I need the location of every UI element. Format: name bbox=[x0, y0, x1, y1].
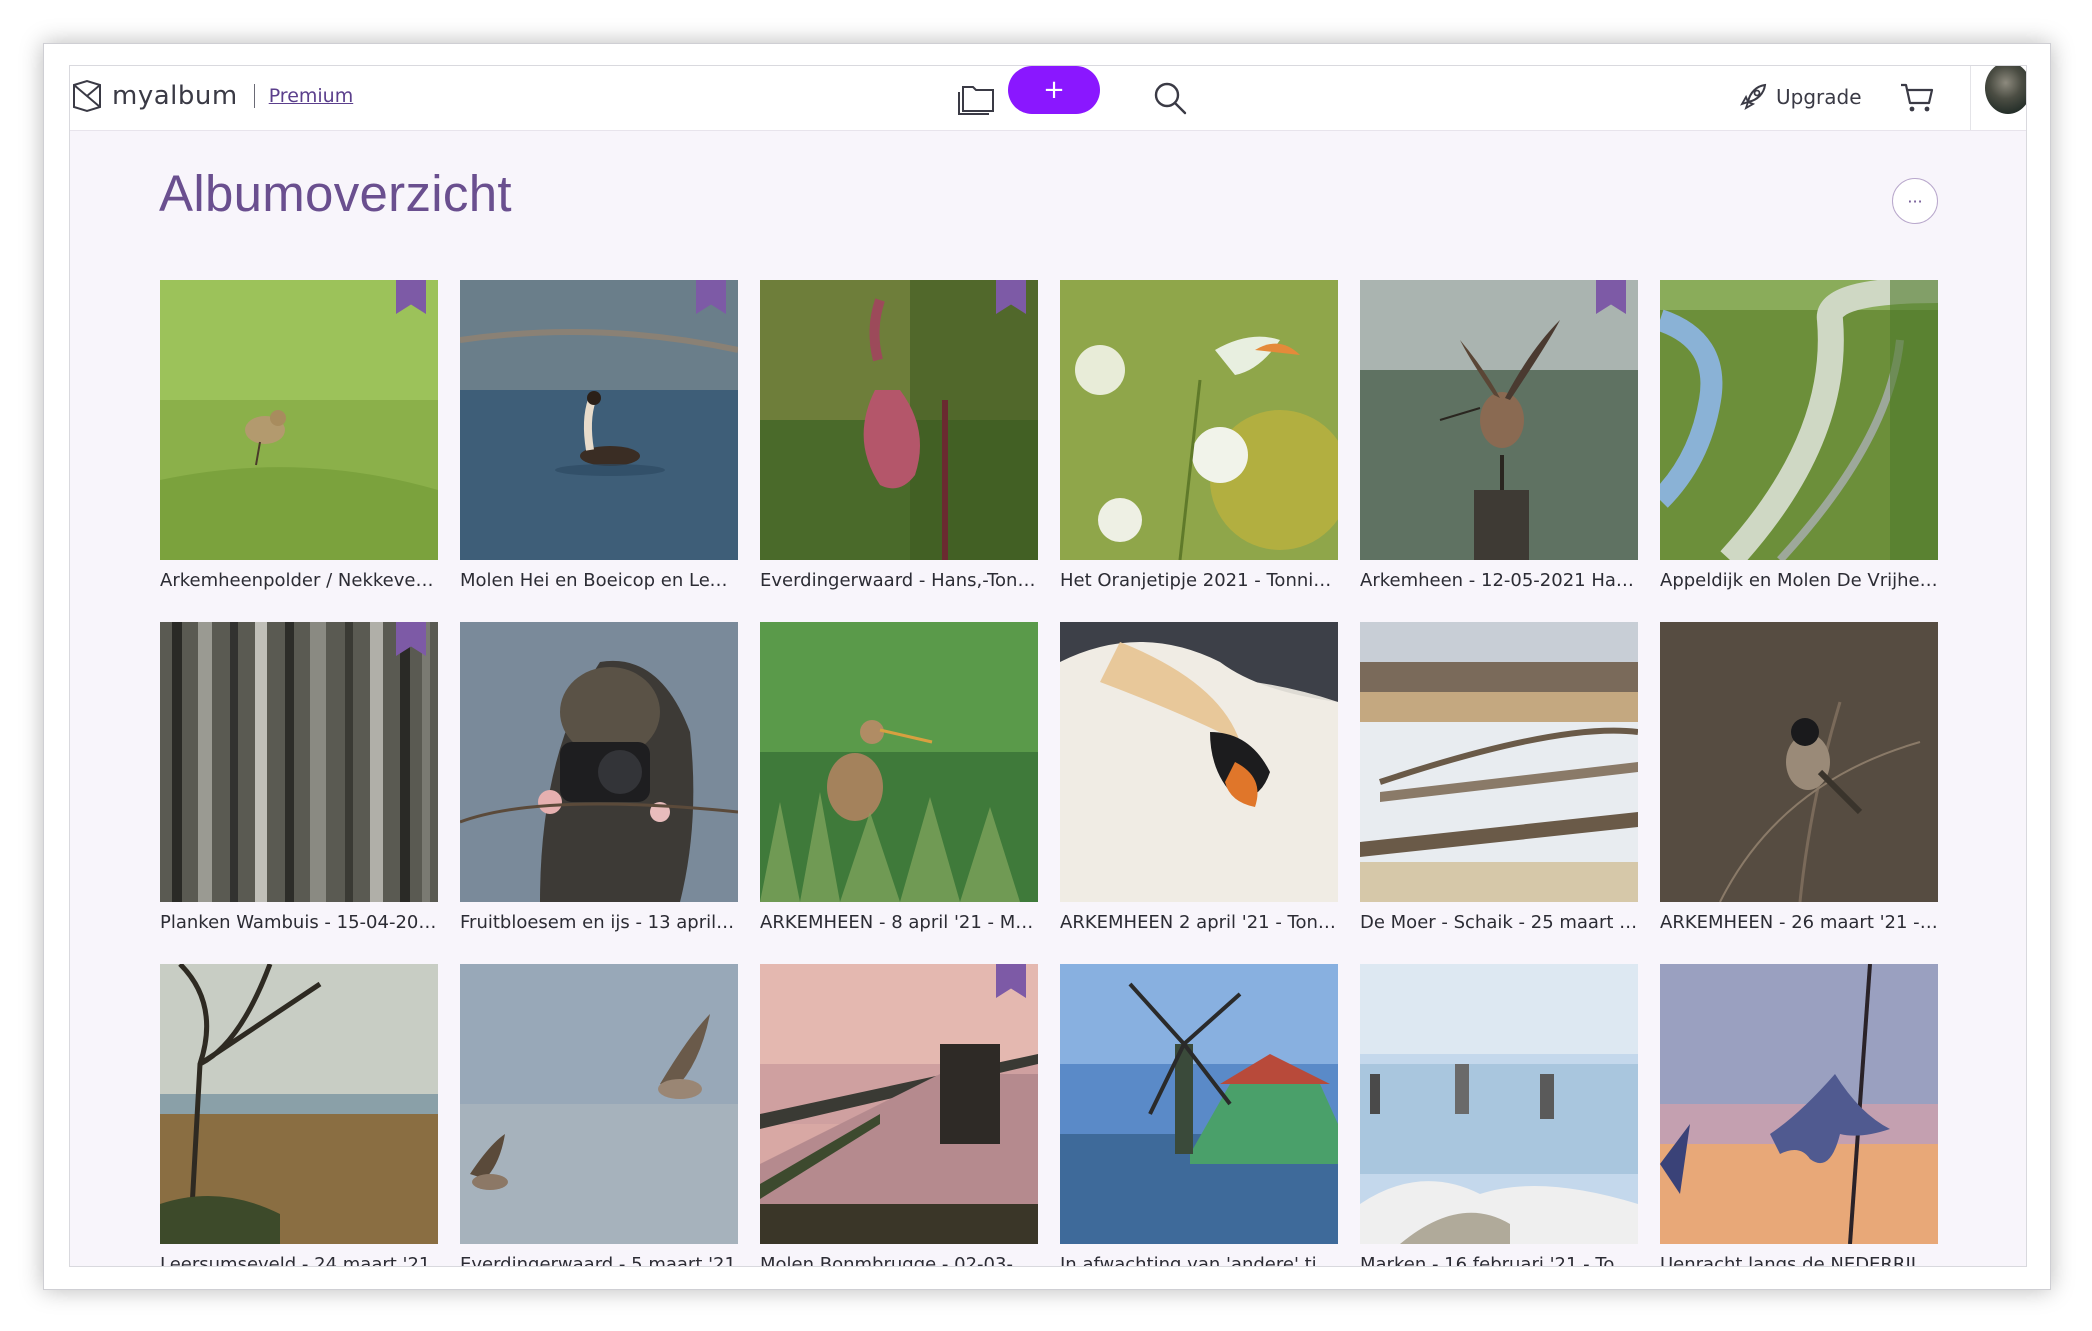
album-title[interactable]: Molen Hei en Boeicop en Lexmo... bbox=[460, 570, 738, 591]
logo-text: myalbum bbox=[112, 81, 238, 111]
album-title[interactable]: Uenracht langs de NEDERRIJN... bbox=[1660, 1254, 1938, 1266]
album-card[interactable]: In afwachting van 'andere' tijde... bbox=[1060, 964, 1338, 1266]
album-cover-image[interactable] bbox=[760, 964, 1038, 1244]
album-card[interactable]: Molen Hei en Boeicop en Lexmo... bbox=[460, 280, 738, 591]
album-card[interactable]: Arkemheenpolder / Nekkeveld -... bbox=[160, 280, 438, 591]
album-cover-image[interactable] bbox=[160, 280, 438, 560]
upgrade-button[interactable]: Upgrade bbox=[1738, 80, 1862, 114]
album-card[interactable]: Marken - 16 februari '21 - Tonnie... bbox=[1360, 964, 1638, 1266]
premium-link[interactable]: Premium bbox=[269, 85, 354, 107]
album-photo bbox=[1660, 622, 1938, 902]
album-card[interactable]: Leersumseveld - 24 maart '21 bbox=[160, 964, 438, 1266]
user-divider bbox=[1970, 66, 1971, 130]
shopping-cart-icon bbox=[1901, 83, 1934, 112]
album-card[interactable]: Planken Wambuis - 15-04-2021 ... bbox=[160, 622, 438, 933]
album-cover-image[interactable] bbox=[1660, 964, 1938, 1244]
album-cover-image[interactable] bbox=[1360, 280, 1638, 560]
search-icon bbox=[1154, 82, 1187, 115]
album-title[interactable]: Arkemheenpolder / Nekkeveld -... bbox=[160, 570, 438, 591]
album-title[interactable]: Arkemheen - 12-05-2021 Hans, T... bbox=[1360, 570, 1638, 591]
album-title[interactable]: Planken Wambuis - 15-04-2021 ... bbox=[160, 912, 438, 933]
folder-icon bbox=[958, 86, 994, 115]
album-photo bbox=[1060, 964, 1338, 1244]
logo-separator bbox=[253, 84, 255, 108]
album-photo bbox=[1360, 280, 1638, 560]
album-title[interactable]: De Moer - Schaik - 25 maart '21 bbox=[1360, 912, 1638, 933]
album-card[interactable]: ARKEMHEEN - 8 april '21 - Martij... bbox=[760, 622, 1038, 933]
album-cover-image[interactable] bbox=[160, 964, 438, 1244]
cart-button[interactable] bbox=[1895, 76, 1939, 120]
album-title[interactable]: Appeldijk en Molen De Vrijheid -... bbox=[1660, 570, 1938, 591]
album-cover-image[interactable] bbox=[460, 964, 738, 1244]
album-photo bbox=[1660, 964, 1938, 1244]
album-card[interactable]: Fruitbloesem en ijs - 13 april '21... bbox=[460, 622, 738, 933]
album-photo bbox=[460, 964, 738, 1244]
album-photo bbox=[760, 964, 1038, 1244]
album-cover-image[interactable] bbox=[160, 622, 438, 902]
album-cover-image[interactable] bbox=[460, 622, 738, 902]
user-avatar[interactable] bbox=[1985, 66, 2026, 114]
album-title[interactable]: ARKEMHEEN - 8 april '21 - Martij... bbox=[760, 912, 1038, 933]
album-cover-image[interactable] bbox=[1060, 964, 1338, 1244]
add-album-button[interactable]: + bbox=[1008, 66, 1100, 114]
albums-folder-button[interactable] bbox=[955, 76, 999, 120]
album-cover-image[interactable] bbox=[760, 622, 1038, 902]
album-photo bbox=[760, 280, 1038, 560]
album-photo bbox=[160, 964, 438, 1244]
album-cover-image[interactable] bbox=[1360, 622, 1638, 902]
album-title[interactable]: In afwachting van 'andere' tijde... bbox=[1060, 1254, 1338, 1266]
album-photo bbox=[1360, 964, 1638, 1244]
album-card[interactable]: Everdingerwaard - Hans,-Tonnie... bbox=[760, 280, 1038, 591]
album-photo bbox=[760, 622, 1038, 902]
album-photo bbox=[1360, 622, 1638, 902]
album-card[interactable]: Arkemheen - 12-05-2021 Hans, T... bbox=[1360, 280, 1638, 591]
album-cover-image[interactable] bbox=[1060, 622, 1338, 902]
album-photo bbox=[1060, 280, 1338, 560]
app-window: myalbum Premium + Upgrade Albumoverzicht… bbox=[69, 65, 2027, 1267]
album-photo bbox=[1060, 622, 1338, 902]
album-card[interactable]: De Moer - Schaik - 25 maart '21 bbox=[1360, 622, 1638, 933]
album-title[interactable]: Fruitbloesem en ijs - 13 april '21... bbox=[460, 912, 738, 933]
screenshot-frame: myalbum Premium + Upgrade Albumoverzicht… bbox=[43, 43, 2051, 1290]
album-card[interactable]: ARKEMHEEN 2 april '21 - Tonnie... bbox=[1060, 622, 1338, 933]
album-cover-image[interactable] bbox=[1060, 280, 1338, 560]
album-title[interactable]: Everdingerwaard - 5 maart '21 bbox=[460, 1254, 738, 1266]
album-card[interactable]: Het Oranjetipje 2021 - Tonnie, J... bbox=[1060, 280, 1338, 591]
album-card[interactable]: Molen Bonmbrugge - 02-03-202... bbox=[760, 964, 1038, 1266]
album-title[interactable]: Everdingerwaard - Hans,-Tonnie... bbox=[760, 570, 1038, 591]
album-title[interactable]: ARKEMHEEN 2 april '21 - Tonnie... bbox=[1060, 912, 1338, 933]
album-title[interactable]: Molen Bonmbrugge - 02-03-202... bbox=[760, 1254, 1038, 1266]
page-title: Albumoverzicht bbox=[159, 165, 512, 222]
search-button[interactable] bbox=[1148, 76, 1192, 120]
upgrade-label: Upgrade bbox=[1776, 85, 1862, 109]
album-cover-image[interactable] bbox=[1360, 964, 1638, 1244]
rocket-icon bbox=[1740, 83, 1767, 110]
album-card[interactable]: ARKEMHEEN - 26 maart '21 - To... bbox=[1660, 622, 1938, 933]
album-card[interactable]: Uenracht langs de NEDERRIJN... bbox=[1660, 964, 1938, 1266]
more-options-button[interactable]: ··· bbox=[1892, 178, 1938, 224]
album-photo bbox=[160, 280, 438, 560]
top-navigation-bar: myalbum Premium + Upgrade bbox=[70, 66, 2026, 131]
album-cover-image[interactable] bbox=[460, 280, 738, 560]
album-title[interactable]: Marken - 16 februari '21 - Tonnie... bbox=[1360, 1254, 1638, 1266]
album-photo bbox=[1660, 280, 1938, 560]
album-photo bbox=[460, 280, 738, 560]
album-photo bbox=[160, 622, 438, 902]
album-card[interactable]: Appeldijk en Molen De Vrijheid -... bbox=[1660, 280, 1938, 591]
album-cover-image[interactable] bbox=[1660, 622, 1938, 902]
myalbum-logo-icon bbox=[73, 79, 101, 113]
album-title[interactable]: Leersumseveld - 24 maart '21 bbox=[160, 1254, 438, 1266]
logo[interactable]: myalbum Premium bbox=[70, 70, 353, 122]
album-title[interactable]: Het Oranjetipje 2021 - Tonnie, J... bbox=[1060, 570, 1338, 591]
album-photo bbox=[460, 622, 738, 902]
album-title[interactable]: ARKEMHEEN - 26 maart '21 - To... bbox=[1660, 912, 1938, 933]
album-card[interactable]: Everdingerwaard - 5 maart '21 bbox=[460, 964, 738, 1266]
album-cover-image[interactable] bbox=[760, 280, 1038, 560]
album-cover-image[interactable] bbox=[1660, 280, 1938, 560]
